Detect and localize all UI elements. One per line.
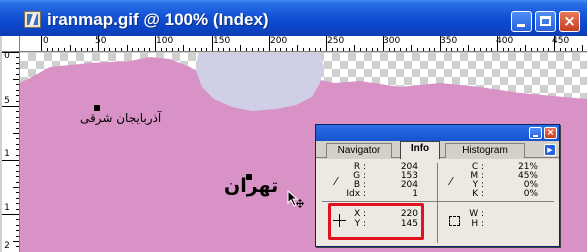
info-label: Idx : bbox=[346, 189, 366, 199]
ruler-label: 200 bbox=[270, 36, 288, 46]
maximize-icon bbox=[540, 16, 551, 26]
close-button[interactable]: × bbox=[559, 11, 580, 32]
eyedropper-icon[interactable]: ⁄ bbox=[450, 175, 452, 188]
tab-navigator[interactable]: Navigator bbox=[326, 143, 392, 158]
info-row-idx: Idx : 1 bbox=[344, 189, 424, 199]
divider bbox=[437, 163, 438, 243]
info-label: K : bbox=[472, 189, 484, 199]
ruler-label: 400 bbox=[496, 36, 514, 46]
tab-info[interactable]: Info bbox=[400, 141, 440, 159]
ruler-label: 300 bbox=[383, 36, 401, 46]
ruler-label: 350 bbox=[440, 36, 458, 46]
eyedropper-icon[interactable]: ⁄ bbox=[335, 175, 337, 188]
ruler-label: 5 bbox=[4, 96, 10, 106]
document-window: iranmap.gif @ 100% (Index) × 0 50 100 15… bbox=[0, 0, 587, 252]
minimize-icon bbox=[517, 24, 525, 27]
ruler-label: 2 bbox=[4, 241, 10, 251]
maximize-button[interactable] bbox=[535, 11, 556, 32]
close-icon: × bbox=[546, 128, 555, 138]
close-icon: × bbox=[563, 12, 576, 30]
ruler-label: 100 bbox=[156, 36, 174, 46]
minimize-icon bbox=[533, 135, 538, 137]
info-label: H : bbox=[471, 219, 484, 229]
info-row-h: H : bbox=[462, 219, 552, 229]
marquee-size-icon bbox=[449, 216, 460, 226]
city-label-tehran: تهران bbox=[224, 175, 279, 197]
ruler-label: 0 bbox=[4, 52, 10, 61]
window-title: iranmap.gif @ 100% (Index) bbox=[47, 10, 269, 29]
info-panel: ⁄ ⁄ R : 204 G : 153 B : 204 Idx : 1 C : bbox=[316, 159, 559, 246]
info-value: 0% bbox=[523, 189, 538, 199]
ruler-label: 0 bbox=[43, 36, 49, 46]
vertical-ruler[interactable]: 0 5 1 1 2 bbox=[2, 52, 20, 252]
horizontal-ruler[interactable]: 0 50 100 150 200 250 300 350 400 450 bbox=[20, 36, 587, 52]
ruler-label: 250 bbox=[327, 36, 345, 46]
ruler-label: 150 bbox=[213, 36, 231, 46]
tab-histogram[interactable]: Histogram bbox=[445, 143, 525, 158]
palette-menu-arrow-icon[interactable]: ▶ bbox=[544, 144, 556, 156]
palette-minimize-button[interactable] bbox=[529, 127, 542, 139]
ruler-label: 1 bbox=[4, 203, 10, 213]
palette-tabs: Navigator Info Histogram ▶ bbox=[316, 141, 559, 159]
title-bar[interactable]: iranmap.gif @ 100% (Index) × bbox=[0, 0, 587, 36]
info-label: W : bbox=[469, 209, 484, 219]
palette-close-button[interactable]: × bbox=[544, 127, 557, 139]
photoshop-doc-icon bbox=[24, 11, 41, 28]
info-palette: × Navigator Info Histogram ▶ ⁄ ⁄ R : 204… bbox=[315, 124, 560, 247]
info-row-w: W : bbox=[462, 209, 552, 219]
ruler-label: 50 bbox=[95, 36, 107, 46]
city-label-azerbaijan: آذربایجان شرقی bbox=[80, 111, 162, 125]
move-cursor-icon bbox=[287, 190, 304, 208]
palette-title-bar[interactable]: × bbox=[316, 125, 559, 141]
ruler-label: 450 bbox=[552, 36, 570, 46]
info-row-k: K : 0% bbox=[462, 189, 552, 199]
ruler-label: 1 bbox=[4, 149, 10, 159]
ruler-origin[interactable] bbox=[2, 36, 20, 52]
minimize-button[interactable] bbox=[511, 11, 532, 32]
info-value: 1 bbox=[412, 189, 418, 199]
coordinate-highlight-box bbox=[328, 203, 424, 240]
divider bbox=[322, 201, 554, 202]
